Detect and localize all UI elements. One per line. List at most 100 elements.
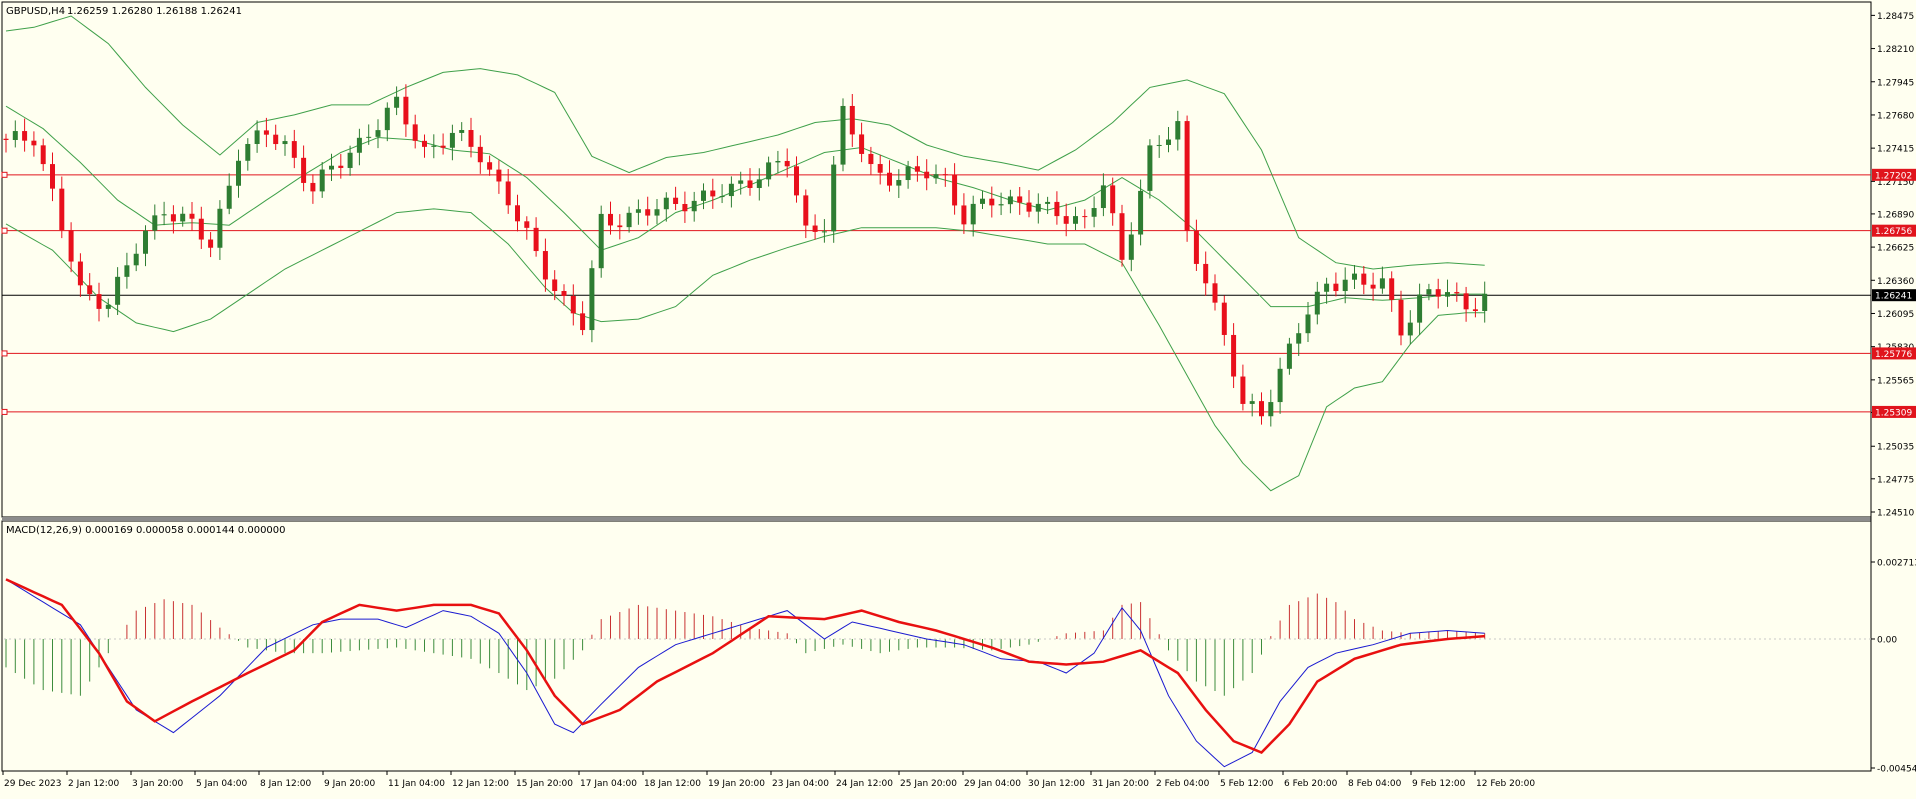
candle-body[interactable] bbox=[366, 136, 372, 138]
candle-body[interactable] bbox=[1342, 279, 1348, 292]
candle-body[interactable] bbox=[431, 145, 437, 147]
candle-body[interactable] bbox=[12, 131, 18, 140]
candle-body[interactable] bbox=[905, 166, 911, 181]
candle-body[interactable] bbox=[180, 213, 186, 222]
candle-body[interactable] bbox=[124, 265, 130, 277]
candle-body[interactable] bbox=[1296, 333, 1302, 344]
candle-body[interactable] bbox=[570, 295, 576, 314]
candle-body[interactable] bbox=[561, 291, 567, 296]
candle-body[interactable] bbox=[1435, 289, 1441, 297]
pane-separator[interactable] bbox=[2, 517, 1871, 521]
candle-body[interactable] bbox=[524, 221, 530, 228]
candle-body[interactable] bbox=[1454, 292, 1460, 294]
candle-body[interactable] bbox=[924, 171, 930, 179]
candle-body[interactable] bbox=[282, 141, 288, 145]
candle-body[interactable] bbox=[1370, 284, 1376, 289]
candle-body[interactable] bbox=[775, 160, 781, 163]
candle-body[interactable] bbox=[143, 230, 148, 254]
candle-body[interactable] bbox=[989, 198, 995, 206]
price-level-handle[interactable] bbox=[1, 408, 8, 415]
candle-body[interactable] bbox=[356, 137, 362, 153]
candle-body[interactable] bbox=[1407, 322, 1413, 336]
candle-body[interactable] bbox=[766, 162, 772, 180]
candle-body[interactable] bbox=[1175, 121, 1181, 140]
candle-body[interactable] bbox=[1184, 121, 1190, 231]
candle-body[interactable] bbox=[96, 294, 102, 309]
candle-body[interactable] bbox=[1472, 309, 1478, 312]
candle-body[interactable] bbox=[77, 261, 83, 286]
candle-body[interactable] bbox=[1324, 283, 1330, 292]
candle-body[interactable] bbox=[654, 209, 660, 216]
candle-body[interactable] bbox=[1221, 302, 1227, 335]
candle-body[interactable] bbox=[226, 185, 232, 209]
candle-body[interactable] bbox=[877, 164, 883, 173]
candle-body[interactable] bbox=[887, 172, 892, 186]
candle-body[interactable] bbox=[533, 227, 539, 252]
candle-body[interactable] bbox=[347, 152, 353, 168]
candle-body[interactable] bbox=[1156, 144, 1162, 146]
candle-body[interactable] bbox=[189, 213, 195, 219]
candle-body[interactable] bbox=[1352, 273, 1357, 280]
candle-body[interactable] bbox=[319, 169, 325, 192]
candle-body[interactable] bbox=[608, 213, 613, 226]
candle-body[interactable] bbox=[449, 132, 455, 148]
candle-body[interactable] bbox=[1203, 263, 1209, 284]
candle-body[interactable] bbox=[459, 130, 465, 133]
candle-body[interactable] bbox=[105, 304, 111, 309]
candle-body[interactable] bbox=[1445, 292, 1450, 297]
candle-body[interactable] bbox=[236, 160, 241, 186]
candle-body[interactable] bbox=[152, 215, 158, 231]
price-level-handle[interactable] bbox=[1, 227, 8, 234]
candle-body[interactable] bbox=[821, 231, 827, 233]
candle-body[interactable] bbox=[1314, 291, 1320, 315]
candle-body[interactable] bbox=[1073, 216, 1078, 224]
candle-body[interactable] bbox=[1054, 201, 1060, 217]
candle-body[interactable] bbox=[1082, 216, 1088, 218]
candle-body[interactable] bbox=[1128, 234, 1134, 260]
candle-body[interactable] bbox=[477, 146, 483, 163]
candle-body[interactable] bbox=[1110, 185, 1116, 214]
candle-body[interactable] bbox=[756, 179, 762, 188]
candle-body[interactable] bbox=[682, 203, 688, 212]
candle-body[interactable] bbox=[1091, 208, 1097, 217]
candle-body[interactable] bbox=[552, 279, 558, 292]
candle-body[interactable] bbox=[170, 214, 176, 222]
candle-body[interactable] bbox=[794, 166, 799, 196]
candle-body[interactable] bbox=[617, 225, 623, 228]
candle-body[interactable] bbox=[245, 143, 251, 161]
candle-body[interactable] bbox=[1286, 343, 1292, 369]
candle-body[interactable] bbox=[589, 268, 595, 331]
candle-body[interactable] bbox=[133, 253, 139, 266]
candle-body[interactable] bbox=[1361, 273, 1367, 285]
candle-body[interactable] bbox=[1193, 230, 1199, 264]
candle-body[interactable] bbox=[626, 212, 632, 228]
candle-body[interactable] bbox=[980, 198, 985, 204]
candle-body[interactable] bbox=[273, 134, 279, 145]
candle-body[interactable] bbox=[31, 140, 37, 146]
candle-body[interactable] bbox=[1398, 299, 1404, 336]
candle-body[interactable] bbox=[691, 200, 697, 212]
candle-body[interactable] bbox=[1259, 401, 1264, 417]
candle-body[interactable] bbox=[719, 196, 725, 198]
candle-body[interactable] bbox=[1166, 139, 1171, 145]
candle-body[interactable] bbox=[1426, 289, 1432, 295]
candle-body[interactable] bbox=[384, 107, 390, 131]
candle-body[interactable] bbox=[1147, 145, 1153, 191]
candle-body[interactable] bbox=[412, 124, 418, 141]
candle-body[interactable] bbox=[1417, 294, 1423, 323]
candle-body[interactable] bbox=[505, 181, 511, 206]
candle-body[interactable] bbox=[301, 157, 307, 183]
candle-body[interactable] bbox=[3, 138, 9, 140]
candle-body[interactable] bbox=[515, 205, 520, 222]
candle-body[interactable] bbox=[542, 251, 548, 280]
candle-body[interactable] bbox=[1333, 283, 1339, 292]
candle-body[interactable] bbox=[263, 130, 269, 135]
candle-body[interactable] bbox=[663, 197, 669, 210]
candle-body[interactable] bbox=[598, 213, 604, 269]
candle-body[interactable] bbox=[970, 203, 976, 225]
candle-body[interactable] bbox=[1389, 278, 1395, 300]
candle-body[interactable] bbox=[673, 197, 679, 204]
candle-body[interactable] bbox=[859, 134, 865, 154]
candle-body[interactable] bbox=[645, 209, 651, 216]
candle-body[interactable] bbox=[914, 166, 920, 172]
